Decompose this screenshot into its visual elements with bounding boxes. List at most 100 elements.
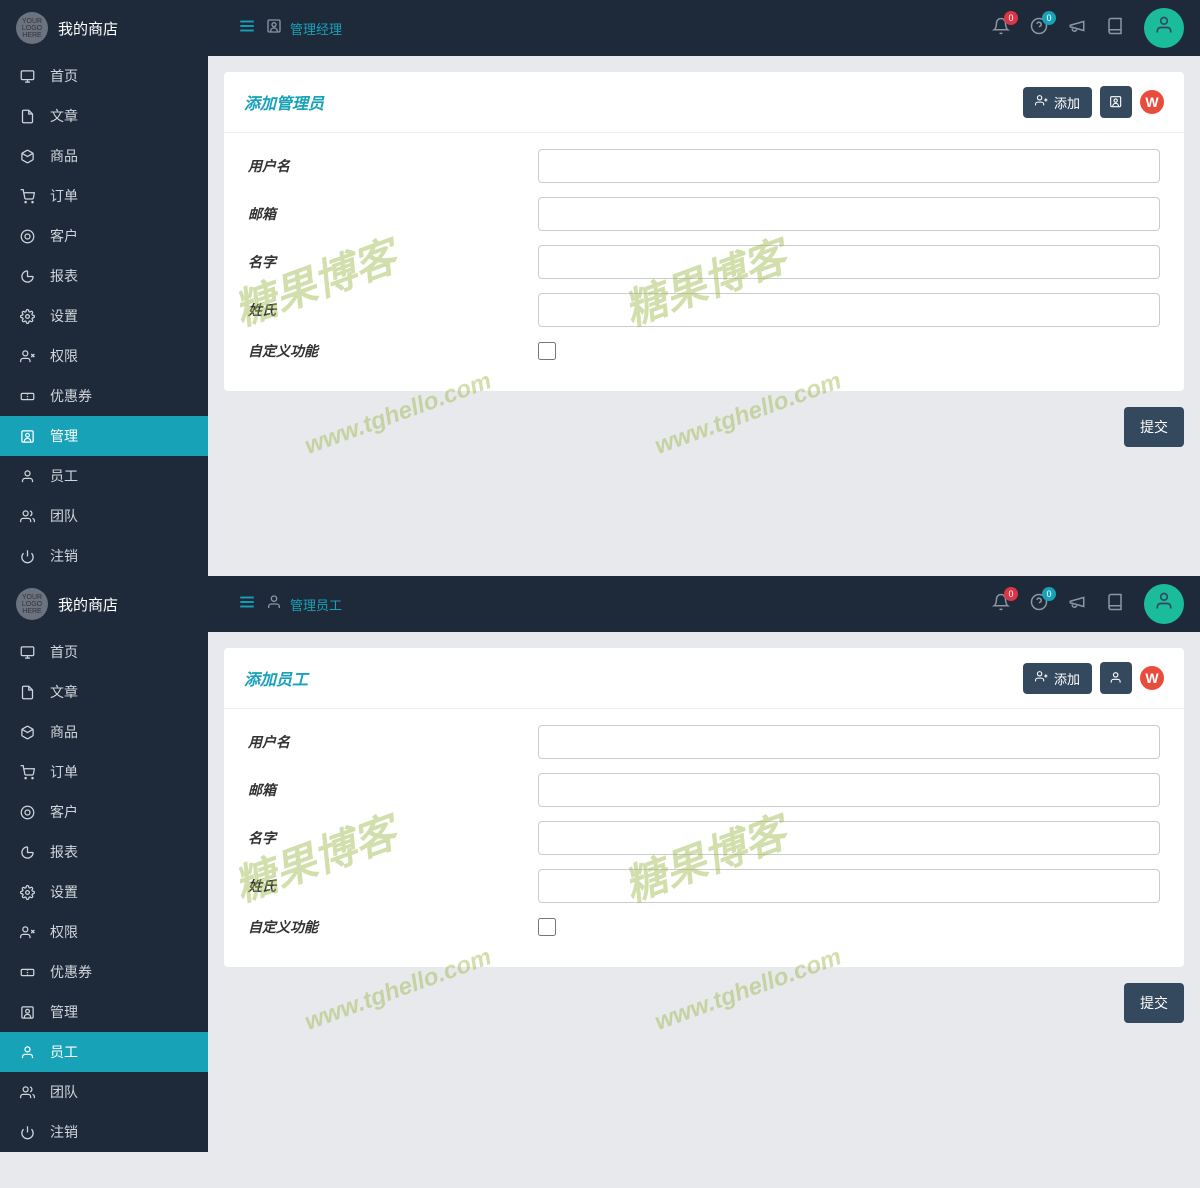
field-用户名-input[interactable] bbox=[538, 149, 1160, 183]
field-邮箱-input[interactable] bbox=[538, 197, 1160, 231]
sidebar-item-box[interactable]: 商品 bbox=[0, 712, 208, 752]
bell-icon[interactable]: 0 bbox=[992, 17, 1010, 40]
sidebar-item-power[interactable]: 注销 bbox=[0, 1112, 208, 1152]
field-姓氏-input[interactable] bbox=[538, 869, 1160, 903]
card: 添加员工 添加 W 用户名 邮箱 名字 姓氏 自定义功能 bbox=[224, 648, 1184, 967]
card-title: 添加员工 bbox=[244, 666, 308, 690]
sidebar-item-coupon[interactable]: 优惠券 bbox=[0, 952, 208, 992]
field-名字-input[interactable] bbox=[538, 245, 1160, 279]
sidebar-item-gear[interactable]: 设置 bbox=[0, 872, 208, 912]
avatar-icon bbox=[1154, 15, 1174, 41]
field-自定义功能-checkbox[interactable] bbox=[538, 342, 556, 360]
sidebar-item-user-x[interactable]: 权限 bbox=[0, 912, 208, 952]
sidebar-item-file[interactable]: 文章 bbox=[0, 96, 208, 136]
sidebar-item-monitor[interactable]: 首页 bbox=[0, 56, 208, 96]
help-icon[interactable]: 0 bbox=[1030, 593, 1048, 616]
sidebar-item-user[interactable]: 员工 bbox=[0, 1032, 208, 1072]
cart-icon bbox=[18, 765, 36, 780]
box-icon bbox=[18, 149, 36, 164]
sidebar-item-label: 团队 bbox=[50, 1082, 78, 1102]
sidebar-item-label: 权限 bbox=[50, 922, 78, 942]
sidebar-item-monitor[interactable]: 首页 bbox=[0, 632, 208, 672]
field-姓氏-input[interactable] bbox=[538, 293, 1160, 327]
field-label: 名字 bbox=[248, 828, 538, 848]
sidebar-item-label: 注销 bbox=[50, 546, 78, 566]
card-header: 添加管理员 添加 W bbox=[224, 72, 1184, 133]
sidebar-item-manage[interactable]: 管理 bbox=[0, 992, 208, 1032]
menu-toggle-icon[interactable] bbox=[238, 593, 256, 616]
sidebar-item-coupon[interactable]: 优惠券 bbox=[0, 376, 208, 416]
wordpress-icon[interactable]: W bbox=[1140, 90, 1164, 114]
main-content: 添加管理员 添加 W 用户名 邮箱 名字 姓氏 自定义功能 bbox=[208, 56, 1200, 576]
field-label: 用户名 bbox=[248, 732, 538, 752]
add-button[interactable]: 添加 bbox=[1023, 87, 1092, 118]
box-icon bbox=[18, 725, 36, 740]
add-button[interactable]: 添加 bbox=[1023, 663, 1092, 694]
sidebar-item-cart[interactable]: 订单 bbox=[0, 752, 208, 792]
user-icon bbox=[18, 469, 36, 484]
sidebar-item-label: 管理 bbox=[50, 426, 78, 446]
field-用户名-input[interactable] bbox=[538, 725, 1160, 759]
form-body: 用户名 邮箱 名字 姓氏 自定义功能 bbox=[224, 709, 1184, 967]
sidebar-item-team[interactable]: 团队 bbox=[0, 496, 208, 536]
form-body: 用户名 邮箱 名字 姓氏 自定义功能 bbox=[224, 133, 1184, 391]
field-label: 邮箱 bbox=[248, 204, 538, 224]
sidebar-item-manage[interactable]: 管理 bbox=[0, 416, 208, 456]
sidebar-item-file[interactable]: 文章 bbox=[0, 672, 208, 712]
form-row: 用户名 bbox=[248, 725, 1160, 759]
sidebar-item-chart[interactable]: 报表 bbox=[0, 832, 208, 872]
sidebar-item-cart[interactable]: 订单 bbox=[0, 176, 208, 216]
chart-icon bbox=[18, 269, 36, 284]
field-自定义功能-checkbox[interactable] bbox=[538, 918, 556, 936]
file-icon bbox=[18, 685, 36, 700]
sidebar-item-user[interactable]: 员工 bbox=[0, 456, 208, 496]
bell-icon[interactable]: 0 bbox=[992, 593, 1010, 616]
add-button-label: 添加 bbox=[1054, 669, 1080, 688]
sidebar-item-gear[interactable]: 设置 bbox=[0, 296, 208, 336]
sidebar-item-label: 员工 bbox=[50, 1042, 78, 1062]
sidebar-item-target[interactable]: 客户 bbox=[0, 216, 208, 256]
sidebar-item-power[interactable]: 注销 bbox=[0, 536, 208, 576]
help-icon[interactable]: 0 bbox=[1030, 17, 1048, 40]
topbar: YOUR LOGO HERE 我的商店 管理经理 0 0 bbox=[0, 0, 1200, 56]
sidebar-item-label: 订单 bbox=[50, 186, 78, 206]
coupon-icon bbox=[18, 389, 36, 404]
avatar[interactable] bbox=[1144, 8, 1184, 48]
sidebar-item-label: 注销 bbox=[50, 1122, 78, 1142]
form-row: 邮箱 bbox=[248, 773, 1160, 807]
sidebar-item-label: 订单 bbox=[50, 762, 78, 782]
field-邮箱-input[interactable] bbox=[538, 773, 1160, 807]
menu-toggle-icon[interactable] bbox=[238, 17, 256, 40]
breadcrumb[interactable]: 管理经理 bbox=[290, 19, 342, 38]
action-icon-button[interactable] bbox=[1100, 662, 1132, 694]
book-icon[interactable] bbox=[1106, 593, 1124, 616]
field-label: 自定义功能 bbox=[248, 917, 538, 937]
megaphone-icon[interactable] bbox=[1068, 593, 1086, 616]
sidebar-item-team[interactable]: 团队 bbox=[0, 1072, 208, 1112]
notifications-badge: 0 bbox=[1004, 11, 1018, 25]
power-icon bbox=[18, 1125, 36, 1140]
breadcrumb[interactable]: 管理员工 bbox=[290, 595, 342, 614]
sidebar-item-label: 员工 bbox=[50, 466, 78, 486]
sidebar-item-label: 优惠券 bbox=[50, 386, 92, 406]
sidebar-item-box[interactable]: 商品 bbox=[0, 136, 208, 176]
wordpress-icon[interactable]: W bbox=[1140, 666, 1164, 690]
sidebar-item-label: 客户 bbox=[50, 226, 78, 246]
submit-button[interactable]: 提交 bbox=[1124, 983, 1184, 1023]
notifications-badge: 0 bbox=[1004, 587, 1018, 601]
avatar-icon bbox=[1154, 591, 1174, 617]
submit-button[interactable]: 提交 bbox=[1124, 407, 1184, 447]
sidebar-item-label: 文章 bbox=[50, 106, 78, 126]
sidebar-item-chart[interactable]: 报表 bbox=[0, 256, 208, 296]
sidebar-item-label: 报表 bbox=[50, 842, 78, 862]
sidebar-item-label: 商品 bbox=[50, 722, 78, 742]
field-名字-input[interactable] bbox=[538, 821, 1160, 855]
file-icon bbox=[18, 109, 36, 124]
power-icon bbox=[18, 549, 36, 564]
avatar[interactable] bbox=[1144, 584, 1184, 624]
book-icon[interactable] bbox=[1106, 17, 1124, 40]
sidebar-item-user-x[interactable]: 权限 bbox=[0, 336, 208, 376]
sidebar-item-target[interactable]: 客户 bbox=[0, 792, 208, 832]
megaphone-icon[interactable] bbox=[1068, 17, 1086, 40]
action-icon-button[interactable] bbox=[1100, 86, 1132, 118]
